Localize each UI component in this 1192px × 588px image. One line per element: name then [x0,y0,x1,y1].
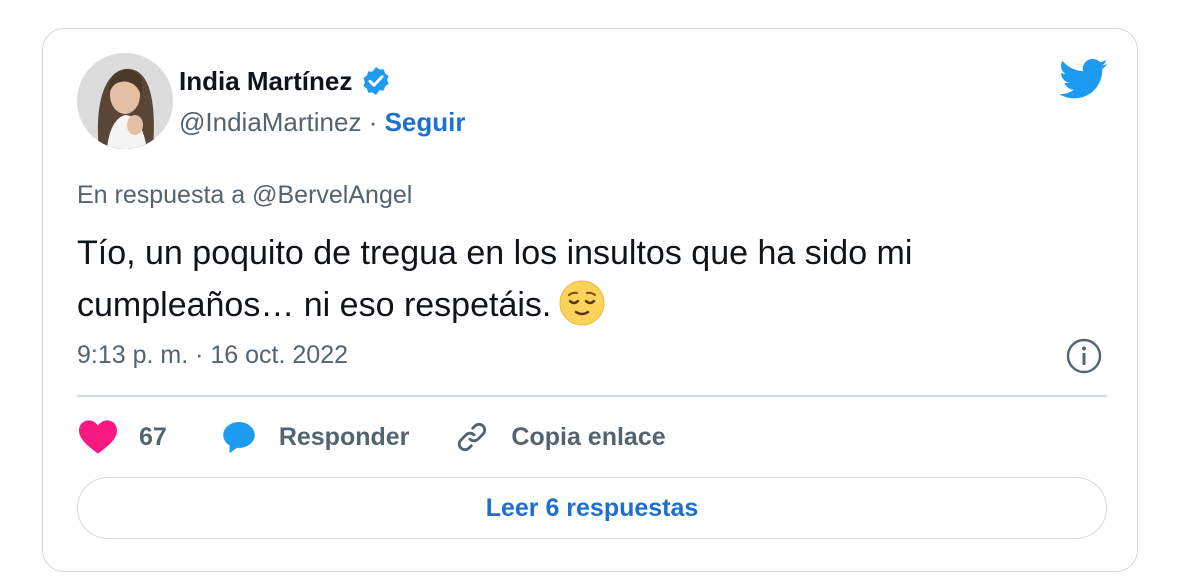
author-handle-row: @IndiaMartinez · Seguir [179,107,466,138]
reply-context: En respuesta a @BervelAngel [77,181,412,210]
info-icon[interactable] [1065,337,1103,375]
reply-to-handle-link[interactable]: @BervelAngel [252,181,412,209]
tweet-timestamp[interactable]: 9:13 p. m. · 16 oct. 2022 [77,341,348,370]
heart-icon [79,420,117,454]
like-button[interactable]: 67 [79,420,167,454]
tweet-card: India Martínez @IndiaMartinez · Seguir E… [42,28,1138,572]
relieved-face-emoji [559,280,605,326]
handle-separator: · [361,107,385,137]
verified-badge-icon [360,65,392,97]
author-handle[interactable]: @IndiaMartinez [179,107,361,137]
copy-link-button[interactable]: Copia enlace [455,420,666,454]
reply-button[interactable]: Responder [221,419,410,455]
reply-prefix: En respuesta a [77,181,253,209]
avatar[interactable] [77,53,173,149]
like-count: 67 [139,422,167,451]
author-display-name[interactable]: India Martínez [179,66,352,97]
tweet-text-block: Tío, un poquito de tregua en los insulto… [77,227,1077,331]
author-name-row: India Martínez [179,65,392,97]
tweet-text: Tío, un poquito de tregua en los insulto… [77,234,913,324]
actions-bar: 67 Responder Copia enlace [79,415,666,459]
reply-bubble-icon [221,419,257,455]
link-icon [455,420,489,454]
actions-divider [77,395,1107,397]
read-replies-label: Leer 6 respuestas [485,493,699,522]
reply-label: Responder [278,422,410,451]
follow-button[interactable]: Seguir [385,107,466,137]
twitter-bird-icon[interactable] [1058,59,1109,99]
read-replies-button[interactable]: Leer 6 respuestas [77,477,1107,539]
copy-link-label: Copia enlace [511,422,666,451]
